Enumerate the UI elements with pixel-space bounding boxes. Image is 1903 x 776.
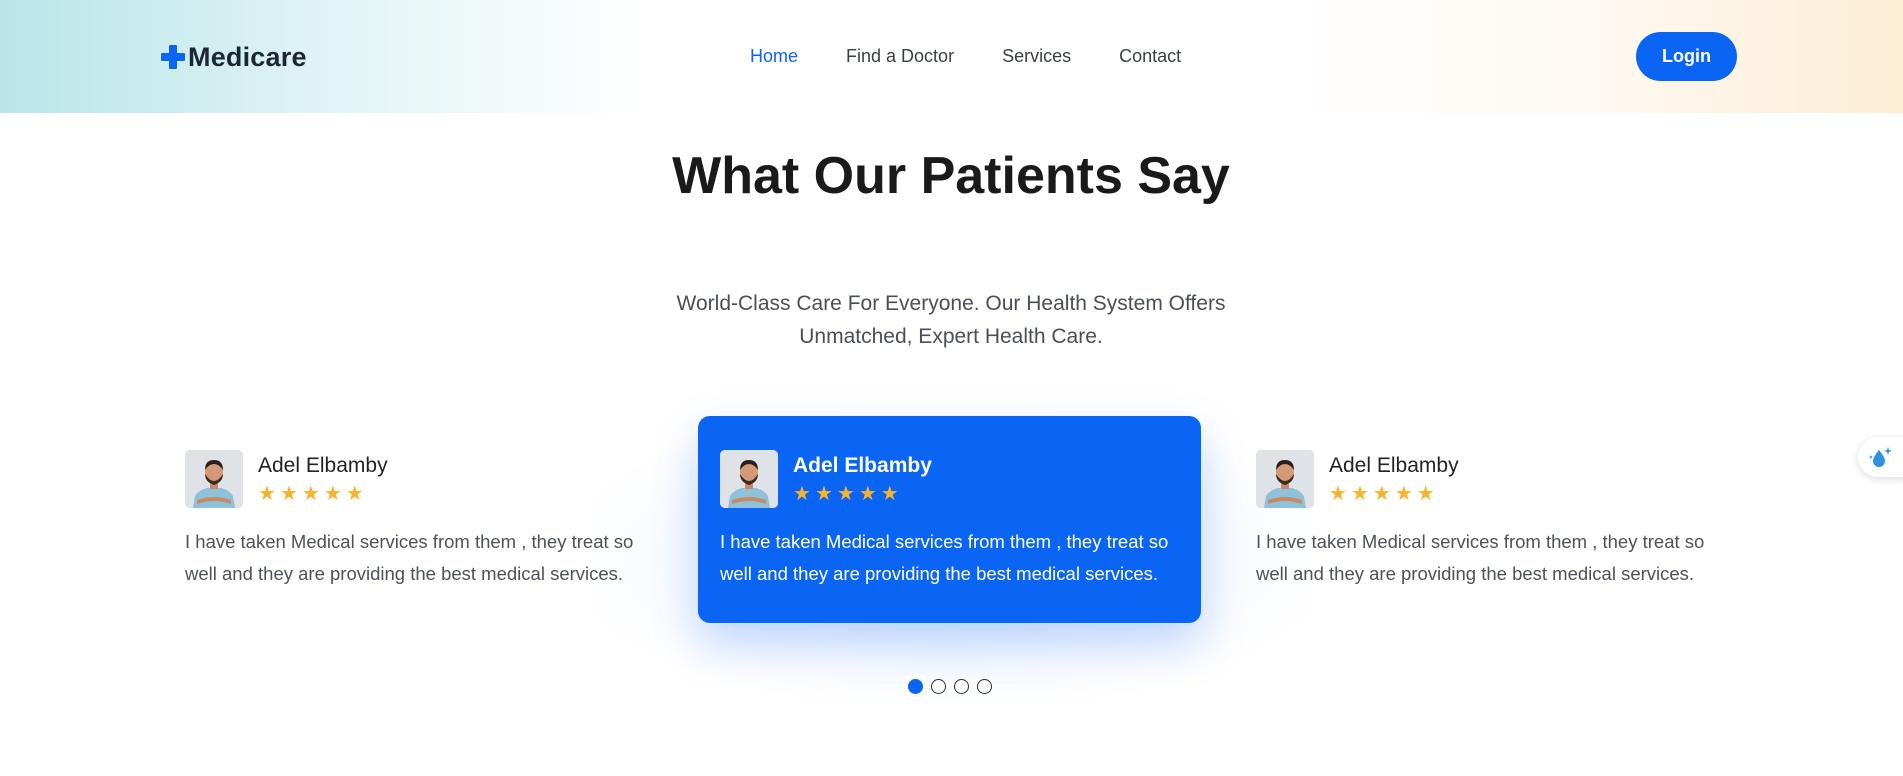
carousel-pagination [908,679,992,694]
testimonial-header: Adel Elbamby ★ ★ ★ ★ ★ [1256,450,1715,508]
carousel-dot-3[interactable] [954,679,969,694]
carousel-dot-1[interactable] [908,679,923,694]
testimonial-quote: I have taken Medical services from them … [185,531,634,584]
testimonial-header: Adel Elbamby ★ ★ ★ ★ ★ [720,450,1179,508]
floating-widget-button[interactable] [1858,437,1903,477]
testimonial-card-active: Adel Elbamby ★ ★ ★ ★ ★ I have taken Medi… [698,416,1201,623]
site-header: Medicare Home Find a Doctor Services Con… [0,0,1903,113]
main-nav: Home Find a Doctor Services Contact [750,44,1229,68]
star-icon: ★ [1329,483,1347,505]
carousel-dot-2[interactable] [931,679,946,694]
reviewer-name: Adel Elbamby [258,454,388,477]
reviewer-name: Adel Elbamby [793,454,932,477]
nav-find-a-doctor[interactable]: Find a Doctor [846,44,954,68]
nav-contact[interactable]: Contact [1119,44,1181,68]
star-icon: ★ [1394,483,1413,505]
testimonial-card: Adel Elbamby ★ ★ ★ ★ ★ I have taken Medi… [163,416,666,623]
testimonial-header: Adel Elbamby ★ ★ ★ ★ ★ [185,450,644,508]
star-icon: ★ [345,483,364,505]
section-title: What Our Patients Say [672,147,1230,205]
star-icon: ★ [814,483,833,505]
login-button[interactable]: Login [1636,32,1737,81]
reviewer-name: Adel Elbamby [1329,454,1459,477]
testimonial-quote: I have taken Medical services from them … [720,531,1169,584]
star-icon: ★ [1372,483,1391,505]
water-drop-sparkle-icon [1869,447,1892,467]
star-rating: ★ ★ ★ ★ ★ [793,483,932,505]
star-icon: ★ [793,483,811,505]
avatar [185,450,243,508]
star-rating: ★ ★ ★ ★ ★ [1329,483,1459,505]
carousel-dot-4[interactable] [977,679,992,694]
nav-home[interactable]: Home [750,44,798,68]
section-subtitle: World-Class Care For Everyone. Our Healt… [676,292,1226,348]
star-icon: ★ [279,483,298,505]
star-icon: ★ [301,483,320,505]
page: Medicare Home Find a Doctor Services Con… [0,0,1903,776]
star-icon: ★ [1350,483,1369,505]
avatar [720,450,778,508]
logo-text: Medicare [188,41,307,72]
plus-cross-icon [161,45,185,69]
star-icon: ★ [258,483,276,505]
star-rating: ★ ★ ★ ★ ★ [258,483,388,505]
testimonial-card: Adel Elbamby ★ ★ ★ ★ ★ I have taken Medi… [1234,416,1737,623]
star-icon: ★ [1416,483,1435,505]
logo[interactable]: Medicare [161,40,307,74]
star-icon: ★ [836,483,855,505]
star-icon: ★ [880,483,899,505]
star-icon: ★ [323,483,342,505]
star-icon: ★ [858,483,877,505]
testimonial-quote: I have taken Medical services from them … [1256,531,1705,584]
nav-services[interactable]: Services [1002,44,1071,68]
avatar [1256,450,1314,508]
